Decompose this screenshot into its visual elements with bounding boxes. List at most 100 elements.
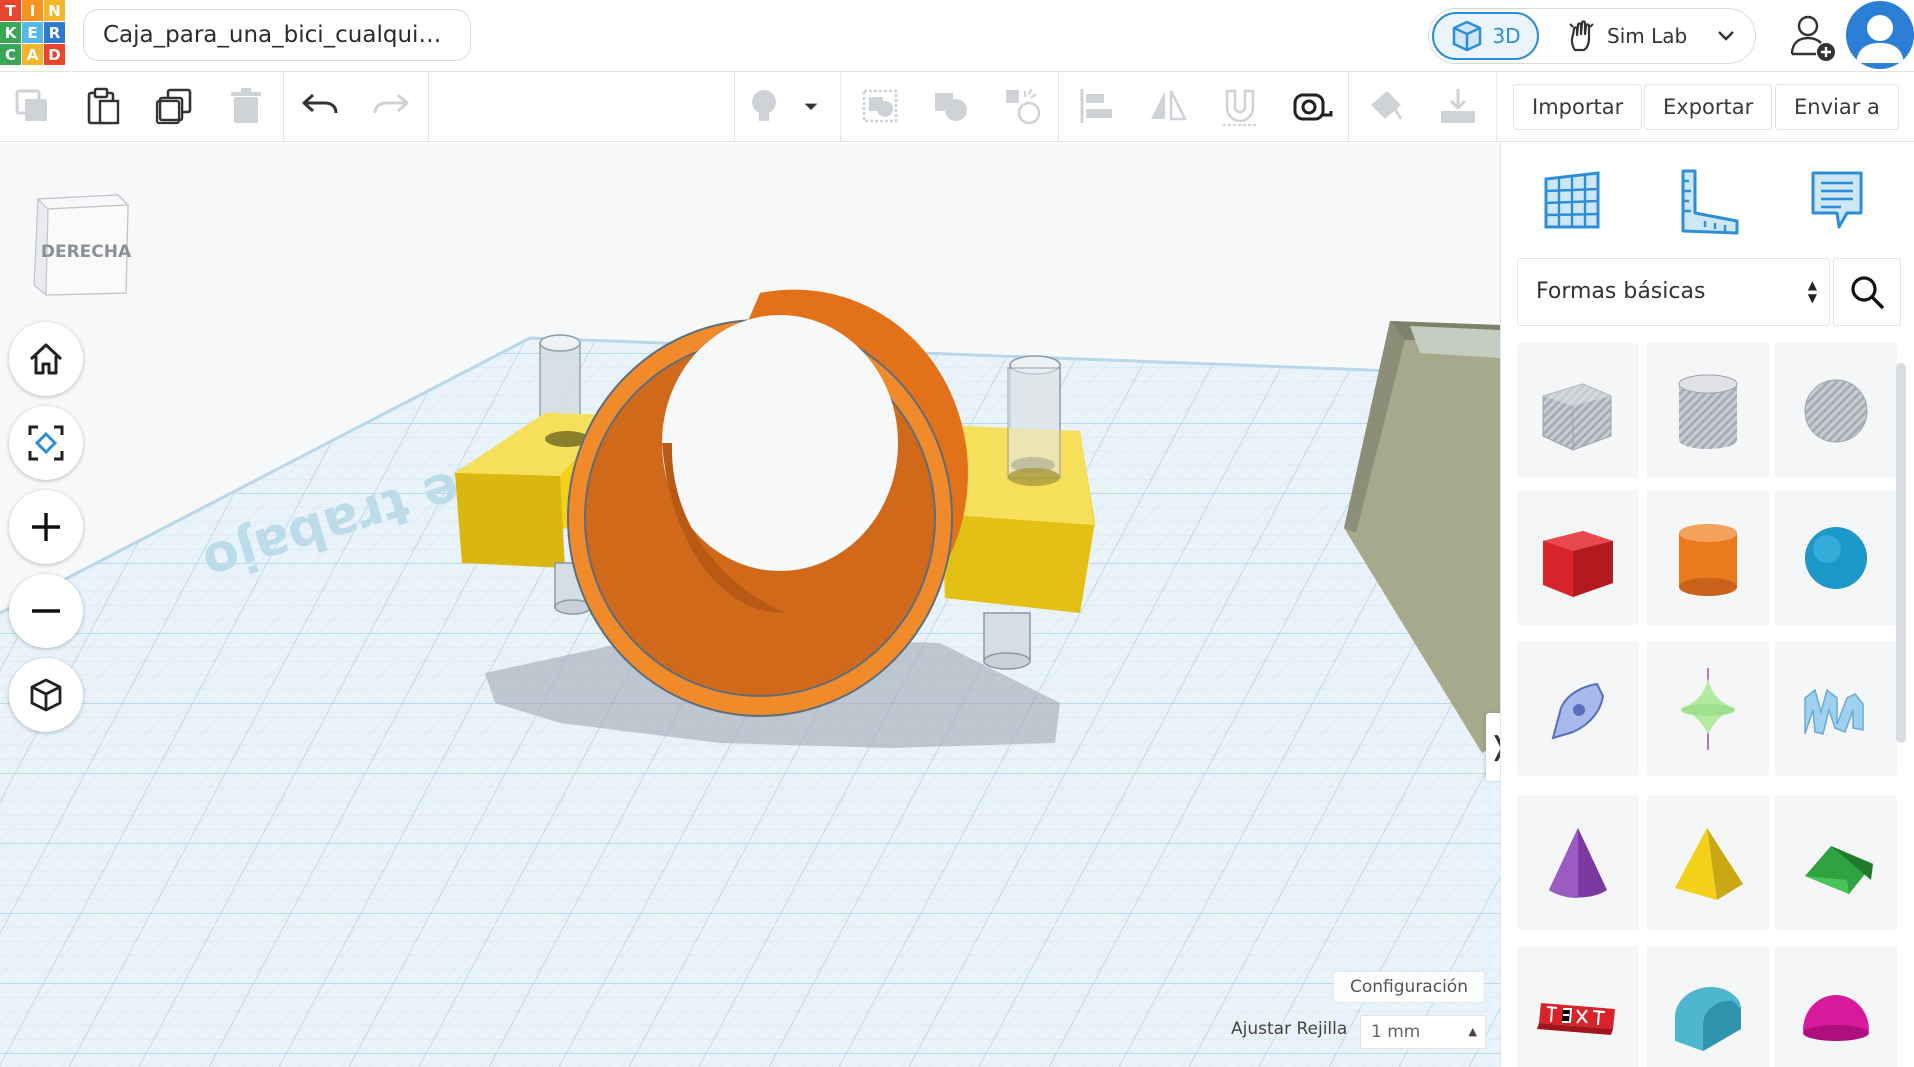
shape-cone[interactable]: [1517, 795, 1639, 930]
caret-up-icon: ▲: [1468, 1025, 1477, 1038]
home-view-button[interactable]: [9, 322, 83, 396]
logo-letter: D: [44, 44, 65, 65]
ortho-view-button[interactable]: [9, 658, 83, 732]
pyramid-icon: [1675, 827, 1743, 900]
logo-letter: R: [44, 22, 65, 43]
shape-text[interactable]: [1517, 946, 1639, 1067]
minus-icon: [32, 609, 60, 613]
roof-icon: [1805, 845, 1873, 894]
snap-grid-value: 1 mm: [1371, 1022, 1421, 1042]
shape-half-sphere[interactable]: [1775, 946, 1897, 1067]
align-icon[interactable]: [1073, 82, 1121, 130]
half-cylinder-icon: [1675, 986, 1741, 1051]
shape-roof[interactable]: [1775, 795, 1897, 930]
shape-scribble[interactable]: [1517, 641, 1639, 776]
zoom-out-button[interactable]: [9, 574, 83, 648]
shape-half-cylinder[interactable]: [1647, 946, 1769, 1067]
shape-category-select[interactable]: Formas básicas ▲ ▼: [1517, 258, 1830, 326]
sphere-icon: [1805, 526, 1867, 589]
user-icon: [1856, 15, 1904, 63]
logo-letter: E: [22, 22, 43, 43]
cone-icon: [1549, 827, 1607, 898]
chevron-right-icon: ❭: [1488, 732, 1500, 762]
shape-text-wave[interactable]: [1775, 641, 1897, 776]
avatar[interactable]: [1846, 1, 1914, 69]
wave-text-icon: [1804, 688, 1864, 735]
export-button[interactable]: Exportar: [1644, 84, 1773, 130]
ruler-tape-icon[interactable]: [1288, 82, 1336, 130]
cylinder-icon: [1679, 523, 1737, 596]
shape-generator[interactable]: [1647, 641, 1769, 776]
document-title-field[interactable]: Caja_para_una_bici_cualqui…: [83, 9, 471, 61]
snap-grid-label: Ajustar Rejilla: [1231, 1019, 1348, 1039]
shape-sphere-hole[interactable]: [1775, 343, 1897, 478]
shape-cylinder-hole[interactable]: [1647, 343, 1769, 478]
mirror-icon[interactable]: [1144, 82, 1192, 130]
paste-icon[interactable]: [79, 82, 127, 130]
shape-cylinder[interactable]: [1647, 490, 1769, 625]
cruise-icon[interactable]: [998, 82, 1046, 130]
panel-scrollbar[interactable]: [1896, 363, 1906, 743]
undo-icon[interactable]: [296, 82, 344, 130]
logo-letter: N: [44, 0, 65, 21]
paint-icon[interactable]: [1362, 82, 1410, 130]
view-cube-face-label: DERECHA: [41, 242, 132, 262]
notes-icon[interactable]: [1801, 165, 1873, 237]
ungroup-icon[interactable]: [926, 82, 974, 130]
box-hole-icon: [1542, 382, 1612, 451]
cylinder-hole-front[interactable]: [1007, 367, 1061, 486]
grid-icon[interactable]: [1536, 165, 1608, 237]
sphere-hole-icon: [1804, 379, 1868, 442]
half-sphere-icon: [1803, 994, 1869, 1041]
import-button[interactable]: Importar: [1513, 84, 1643, 130]
fit-view-button[interactable]: [9, 406, 83, 480]
ruler-icon[interactable]: [1671, 165, 1743, 237]
hand-icon: [1569, 20, 1594, 52]
send-to-button[interactable]: Enviar a: [1775, 84, 1899, 130]
text-3d-icon: [1537, 1002, 1615, 1035]
logo-letter: K: [0, 22, 21, 43]
search-icon: [1851, 276, 1885, 310]
shape-pyramid[interactable]: [1647, 795, 1769, 930]
logo-letter: T: [0, 0, 21, 21]
dropdown-icon[interactable]: [796, 82, 826, 130]
mode-simlab-label: Sim Lab: [1607, 24, 1688, 48]
light-bulb-icon[interactable]: [740, 82, 788, 130]
delete-icon[interactable]: [222, 82, 270, 130]
chevron-down-icon[interactable]: [1717, 30, 1735, 42]
tinkercad-logo[interactable]: T I N K E R C A D: [0, 0, 65, 66]
add-user-icon[interactable]: [1788, 12, 1838, 62]
magnet-icon[interactable]: [1216, 82, 1264, 130]
toolbar: Importar Exportar Enviar a: [0, 72, 1914, 142]
logo-letter: C: [0, 44, 21, 65]
settings-button[interactable]: Configuración: [1333, 971, 1485, 1003]
snap-grid-select[interactable]: 1 mm ▲: [1360, 1015, 1486, 1049]
workplane-viewport[interactable]: Plano de trabajo DERECHA Configuración A…: [0, 143, 1500, 1067]
app-header: T I N K E R C A D Caja_para_una_bici_cua…: [0, 0, 1914, 72]
view-cube[interactable]: DERECHA: [26, 181, 138, 303]
box-icon: [1543, 530, 1613, 597]
logo-letter: I: [22, 0, 43, 21]
mode-3d-button[interactable]: 3D: [1432, 12, 1539, 60]
fit-view-icon: [28, 425, 64, 461]
spinning-top-icon: [1681, 667, 1735, 750]
duplicate-icon[interactable]: [150, 82, 198, 130]
home-icon: [29, 343, 63, 375]
collapse-panel-button[interactable]: ❭: [1486, 713, 1500, 781]
plus-icon: [32, 513, 60, 541]
shape-box-hole[interactable]: [1517, 343, 1639, 478]
mode-simlab-button[interactable]: Sim Lab: [1567, 12, 1747, 60]
cylinder-hole-icon: [1678, 374, 1738, 449]
zoom-in-button[interactable]: [9, 490, 83, 564]
perspective-cube-icon: [30, 678, 62, 712]
sort-arrows-icon: ▲ ▼: [1807, 278, 1817, 305]
3d-scene: Plano de trabajo: [0, 289, 1500, 1067]
shape-sphere[interactable]: [1775, 490, 1897, 625]
export-down-icon[interactable]: [1434, 82, 1482, 130]
redo-icon[interactable]: [367, 82, 415, 130]
group-icon[interactable]: [856, 82, 904, 130]
shapes-panel: Formas básicas ▲ ▼: [1500, 143, 1914, 1067]
shape-search-button[interactable]: [1833, 258, 1901, 326]
shape-box[interactable]: [1517, 490, 1639, 625]
copy-icon[interactable]: [8, 82, 56, 130]
